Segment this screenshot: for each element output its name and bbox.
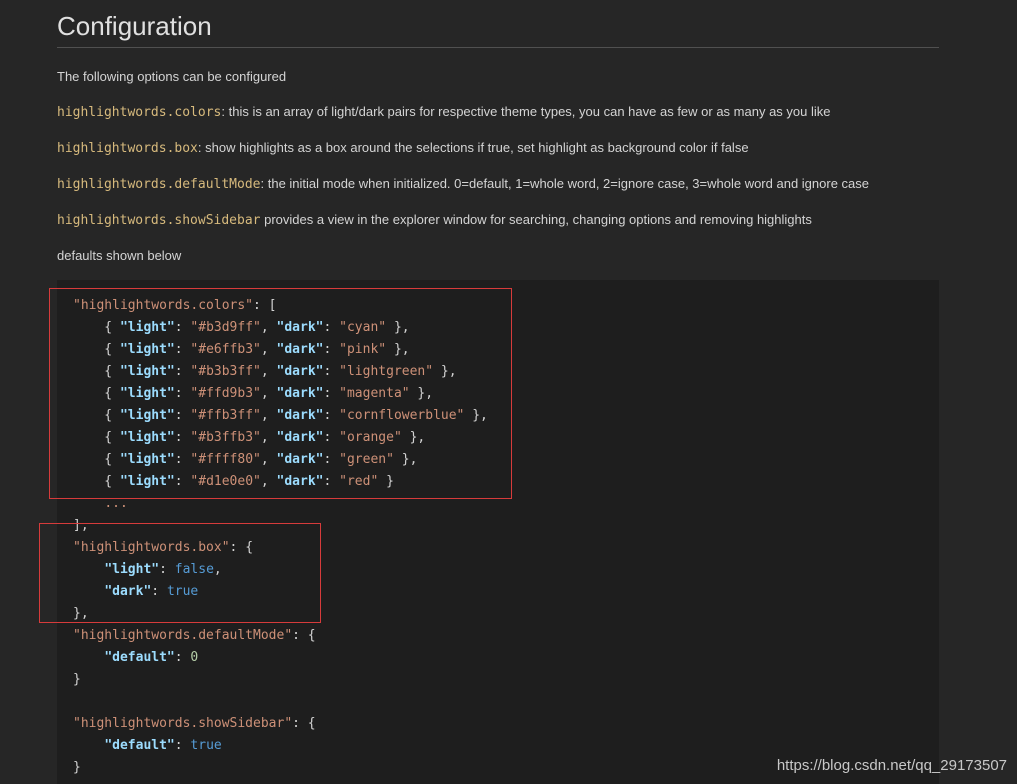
light-value: "#b3b3ff" xyxy=(190,364,261,379)
dark-key: "dark" xyxy=(276,452,324,467)
dark-value: "pink" xyxy=(339,342,387,357)
pair-end: }, xyxy=(386,342,410,357)
dark-key: "dark" xyxy=(276,320,324,335)
light-key: "light" xyxy=(119,408,175,423)
dark-key: "dark" xyxy=(276,408,324,423)
code-line: "default": true xyxy=(104,738,222,753)
option-default-mode-description: highlightwords.defaultMode: the initial … xyxy=(57,175,869,194)
watermark: https://blog.csdn.net/qq_29173507 xyxy=(776,757,1007,774)
dark-key: "dark" xyxy=(276,364,324,379)
code-line: ], xyxy=(73,518,89,533)
box-dark-value: true xyxy=(166,584,199,599)
option-colors-description: highlightwords.colors: this is an array … xyxy=(57,103,831,122)
code-line: ... xyxy=(73,493,128,515)
pair-end: }, xyxy=(464,408,488,423)
code-line: } xyxy=(73,760,81,775)
dark-key: "dark" xyxy=(276,386,324,401)
dark-value: "cornflowerblue" xyxy=(339,408,465,423)
color-pair-line: { "light": "#ffff80", "dark": "green" }, xyxy=(73,452,418,467)
pair-end: }, xyxy=(433,364,457,379)
pair-end: }, xyxy=(393,452,418,467)
option-show-sidebar-description: highlightwords.showSidebar provides a vi… xyxy=(57,211,812,230)
code-line: } xyxy=(73,672,81,687)
light-value: "#ffd9b3" xyxy=(190,386,261,401)
light-value: "#e6ffb3" xyxy=(190,342,261,357)
box-key: "highlightwords.box" xyxy=(73,540,230,555)
colors-key: "highlightwords.colors" xyxy=(73,298,254,313)
option-name-box: highlightwords.box xyxy=(57,141,198,156)
dark-value: "red" xyxy=(339,474,379,489)
code-line: "highlightwords.defaultMode": { xyxy=(73,628,316,643)
default-key: "default" xyxy=(104,738,175,753)
ellipsis: ... xyxy=(104,496,128,511)
code-line: "highlightwords.box": { xyxy=(73,540,254,555)
pair-end: }, xyxy=(401,430,426,445)
default-mode-value: 0 xyxy=(190,650,199,665)
color-pair-line: { "light": "#b3b3ff", "dark": "lightgree… xyxy=(73,364,457,379)
light-key: "light" xyxy=(119,452,175,467)
color-pair-line: { "light": "#d1e0e0", "dark": "red" } xyxy=(73,474,394,489)
default-mode-key: "highlightwords.defaultMode" xyxy=(73,628,293,643)
light-key: "light" xyxy=(119,364,175,379)
light-value: "#d1e0e0" xyxy=(190,474,261,489)
option-description: : this is an array of light/dark pairs f… xyxy=(221,104,831,119)
color-pair-line: { "light": "#e6ffb3", "dark": "pink" }, xyxy=(73,342,410,357)
pair-end: } xyxy=(378,474,394,489)
light-key: "light" xyxy=(104,562,160,577)
pair-end: }, xyxy=(409,386,434,401)
color-pair-line: { "light": "#b3d9ff", "dark": "cyan" }, xyxy=(73,320,410,335)
dark-value: "green" xyxy=(339,452,394,467)
option-name-show-sidebar: highlightwords.showSidebar xyxy=(57,213,261,228)
light-key: "light" xyxy=(119,342,175,357)
option-description: : show highlights as a box around the se… xyxy=(197,140,749,155)
code-line: "default": 0 xyxy=(104,650,199,665)
light-key: "light" xyxy=(119,430,175,445)
option-name-colors: highlightwords.colors xyxy=(57,105,222,120)
dark-value: "orange" xyxy=(339,430,402,445)
page-title: Configuration xyxy=(57,8,939,48)
code-line: "light": false, xyxy=(104,562,222,577)
code-line: "highlightwords.showSidebar": { xyxy=(73,716,316,731)
dark-key: "dark" xyxy=(276,430,324,445)
dark-value: "lightgreen" xyxy=(339,364,434,379)
color-pair-line: { "light": "#b3ffb3", "dark": "orange" }… xyxy=(73,430,426,445)
light-key: "light" xyxy=(119,474,175,489)
option-box-description: highlightwords.box: show highlights as a… xyxy=(57,139,749,158)
dark-key: "dark" xyxy=(276,342,324,357)
show-sidebar-key: "highlightwords.showSidebar" xyxy=(73,716,293,731)
color-pair-line: { "light": "#ffb3ff", "dark": "cornflowe… xyxy=(73,408,488,423)
option-name-default-mode: highlightwords.defaultMode xyxy=(57,177,261,192)
color-pair-line: { "light": "#ffd9b3", "dark": "magenta" … xyxy=(73,386,434,401)
option-description: provides a view in the explorer window f… xyxy=(260,212,812,227)
light-value: "#ffff80" xyxy=(190,452,261,467)
pair-end: }, xyxy=(386,320,410,335)
code-line: "dark": true xyxy=(104,584,199,599)
light-key: "light" xyxy=(119,320,175,335)
defaults-text: defaults shown below xyxy=(57,248,182,263)
code-line: "highlightwords.colors": [ xyxy=(73,298,277,313)
dark-value: "cyan" xyxy=(339,320,387,335)
show-sidebar-value: true xyxy=(190,738,222,753)
code-line: }, xyxy=(73,606,89,621)
dark-key: "dark" xyxy=(104,584,152,599)
dark-value: "magenta" xyxy=(339,386,410,401)
dark-key: "dark" xyxy=(276,474,324,489)
default-key: "default" xyxy=(104,650,175,665)
light-value: "#ffb3ff" xyxy=(190,408,261,423)
light-value: "#b3d9ff" xyxy=(190,320,261,335)
light-value: "#b3ffb3" xyxy=(190,430,261,445)
light-key: "light" xyxy=(119,386,175,401)
option-description: : the initial mode when initialized. 0=d… xyxy=(260,176,870,191)
intro-text: The following options can be configured xyxy=(57,69,287,84)
box-light-value: false xyxy=(174,562,214,577)
code-block: "highlightwords.colors": [ { "light": "#… xyxy=(57,280,939,784)
